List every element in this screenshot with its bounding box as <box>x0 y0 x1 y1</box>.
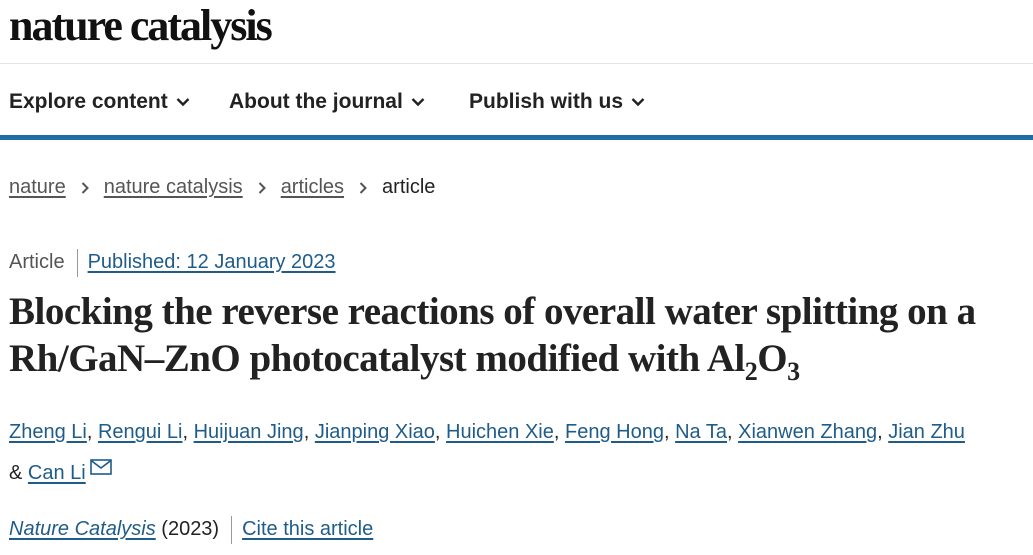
author-conjunction: & <box>9 462 23 484</box>
author-separator: , <box>726 421 733 443</box>
main-nav: Explore content About the journal Publis… <box>0 64 1033 140</box>
nav-explore-content[interactable]: Explore content <box>9 88 190 116</box>
chevron-right-icon <box>358 181 368 195</box>
title-text: Blocking the reverse reactions of overal… <box>9 290 976 380</box>
cite-this-article-link[interactable]: Cite this article <box>242 518 373 540</box>
chevron-down-icon <box>631 97 645 107</box>
author-link[interactable]: Feng Hong <box>565 421 664 443</box>
title-subscript: 3 <box>787 356 800 386</box>
nav-label: Explore content <box>9 90 168 113</box>
nav-label: Publish with us <box>469 90 624 113</box>
author-separator: , <box>303 421 310 443</box>
published-date-link[interactable]: Published: 12 January 2023 <box>88 251 336 273</box>
breadcrumb-nature-catalysis[interactable]: nature catalysis <box>104 176 243 198</box>
author-separator: , <box>182 421 189 443</box>
author-link[interactable]: Jianping Xiao <box>315 421 435 443</box>
author-link[interactable]: Zheng Li <box>9 421 87 443</box>
article-meta: Article Published: 12 January 2023 <box>9 248 336 277</box>
breadcrumb-articles[interactable]: articles <box>281 176 344 198</box>
author-link[interactable]: Can Li <box>28 462 86 484</box>
citation-row: Nature Catalysis (2023) Cite this article <box>9 515 373 544</box>
meta-divider <box>76 248 78 277</box>
nav-about-the-journal[interactable]: About the journal <box>229 88 425 116</box>
breadcrumb-nature[interactable]: nature <box>9 176 66 198</box>
author-link[interactable]: Huijuan Jing <box>194 421 304 443</box>
title-text: O <box>757 337 788 380</box>
author-link[interactable]: Rengui Li <box>98 421 183 443</box>
author-separator: , <box>434 421 441 443</box>
author-link[interactable]: Na Ta <box>675 421 727 443</box>
author-separator: , <box>86 421 93 443</box>
chevron-down-icon <box>176 97 190 107</box>
author-link[interactable]: Huichen Xie <box>446 421 554 443</box>
author-separator: , <box>663 421 670 443</box>
breadcrumb: nature nature catalysis articles article <box>9 173 435 201</box>
envelope-icon[interactable] <box>89 459 112 475</box>
publication-year: (2023) <box>161 518 220 540</box>
site-header: nature catalysis <box>0 0 1033 64</box>
title-subscript: 2 <box>744 356 758 386</box>
citation-divider <box>231 515 233 544</box>
author-link[interactable]: Jian Zhu <box>888 421 965 443</box>
article-type: Article <box>9 251 65 273</box>
nav-label: About the journal <box>229 90 403 113</box>
chevron-right-icon <box>257 181 267 195</box>
breadcrumb-current: article <box>382 176 436 198</box>
author-link[interactable]: Xianwen Zhang <box>738 421 877 443</box>
journal-logo[interactable]: nature catalysis <box>9 2 273 50</box>
author-separator: , <box>877 421 883 443</box>
chevron-down-icon <box>411 97 425 107</box>
author-list: Zheng Li, Rengui Li, Huijuan Jing, Jianp… <box>9 412 1029 494</box>
nav-publish-with-us[interactable]: Publish with us <box>469 88 645 116</box>
chevron-right-icon <box>80 181 90 195</box>
journal-name-link[interactable]: Nature Catalysis <box>9 518 156 540</box>
article-title: Blocking the reverse reactions of overal… <box>9 288 1033 384</box>
author-separator: , <box>553 421 560 443</box>
